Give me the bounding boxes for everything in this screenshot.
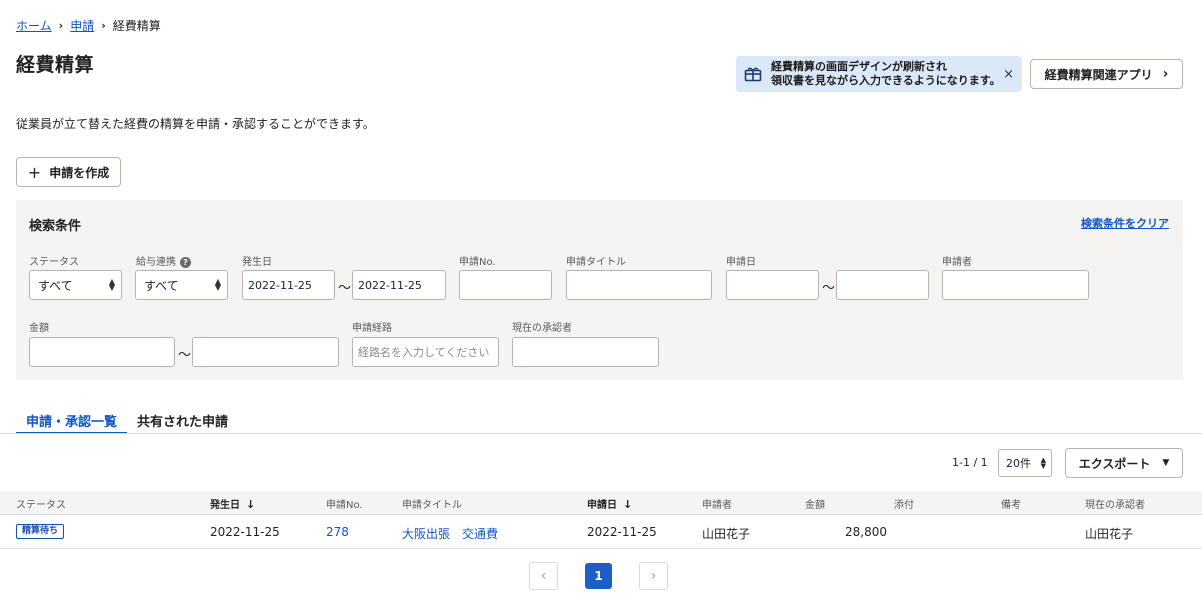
payroll-label: 給与連携? xyxy=(136,253,191,268)
app-date-to-input[interactable] xyxy=(836,270,929,300)
table-header: ステータス 発生日 ↓ 申請No. 申請タイトル 申請日 ↓ 申請者 金額 添付 備… xyxy=(0,491,1202,515)
select-arrows-icon: ▲ ▼ xyxy=(214,277,221,292)
cell-amount: 28,800 xyxy=(845,525,887,539)
next-page-button[interactable]: › xyxy=(639,562,668,590)
app-date-label: 申請日 xyxy=(726,257,756,268)
amount-label: 金額 xyxy=(29,323,49,334)
app-title-input[interactable] xyxy=(566,270,712,300)
app-no-label: 申請No. xyxy=(459,257,496,268)
per-page-select[interactable]: 20件 ▲ ▼ xyxy=(998,449,1052,477)
route-placeholder: 経路名を入力してください xyxy=(358,346,490,359)
app-date-from-input[interactable] xyxy=(726,270,819,300)
applicant-label: 申請者 xyxy=(942,257,972,268)
cell-app-title-link[interactable]: 大阪出張 交通費 xyxy=(402,525,498,542)
list-tabs: 申請・承認一覧 共有された申請 xyxy=(16,404,238,434)
approver-label: 現在の承認者 xyxy=(512,323,572,334)
range-tilde: ～ xyxy=(178,348,192,363)
sort-down-icon: ↓ xyxy=(623,498,633,511)
design-notice: 経費精算の画面デザインが刷新され 領収書を見ながら入力できるようになります。 × xyxy=(736,56,1022,92)
page-description: 従業員が立て替えた経費の精算を申請・承認することができます。 xyxy=(16,117,375,131)
clear-search-link[interactable]: 検索条件をクリア xyxy=(1081,215,1169,231)
search-panel: 検索条件 検索条件をクリア ステータス 給与連携? 発生日 申請No. 申請タイ… xyxy=(16,200,1183,380)
col-app-title: 申請タイトル xyxy=(402,500,462,511)
caret-down-icon: ▼ xyxy=(1162,458,1170,468)
notice-line-1: 経費精算の画面デザインが刷新され xyxy=(771,60,947,73)
range-tilde: ～ xyxy=(822,281,836,296)
page-1-button[interactable]: 1 xyxy=(585,563,612,589)
sort-down-icon: ↓ xyxy=(246,498,256,511)
route-label: 申請経路 xyxy=(352,323,392,334)
cell-approver: 山田花子 xyxy=(1085,527,1134,541)
col-attachment: 添付 xyxy=(894,500,914,511)
col-app-date[interactable]: 申請日 ↓ xyxy=(587,496,632,511)
select-arrows-icon: ▲ ▼ xyxy=(108,277,115,292)
create-application-button[interactable]: + 申請を作成 xyxy=(16,157,121,187)
amount-from-input[interactable] xyxy=(29,337,175,367)
tab-divider xyxy=(0,433,1202,434)
breadcrumb-apply-link[interactable]: 申請 xyxy=(70,17,94,34)
cell-applicant: 山田花子 xyxy=(702,527,751,541)
col-note: 備考 xyxy=(1001,500,1021,511)
help-icon[interactable]: ? xyxy=(180,256,191,268)
close-icon[interactable]: × xyxy=(1003,67,1014,82)
result-count: 1-1 / 1 xyxy=(952,456,988,469)
table-row[interactable]: 精算待ち 2022-11-25 278 大阪出張 交通費 2022-11-25 … xyxy=(0,516,1202,549)
export-button[interactable]: エクスポート ▼ xyxy=(1065,448,1183,478)
app-title-label: 申請タイトル xyxy=(566,257,626,268)
status-label: ステータス xyxy=(29,257,79,268)
amount-to-input[interactable] xyxy=(192,337,339,367)
col-approver: 現在の承認者 xyxy=(1085,500,1145,511)
tab-shared[interactable]: 共有された申請 xyxy=(127,404,238,434)
status-select[interactable]: すべて ▲ ▼ xyxy=(29,270,122,300)
col-amount: 金額 xyxy=(805,500,825,511)
col-occurrence-date[interactable]: 発生日 ↓ xyxy=(210,496,255,511)
breadcrumb-current: 経費精算 xyxy=(112,19,161,33)
occurrence-label: 発生日 xyxy=(242,257,272,268)
select-arrows-icon: ▲ ▼ xyxy=(1040,456,1046,470)
status-badge: 精算待ち xyxy=(16,524,65,539)
cell-app-no-link[interactable]: 278 xyxy=(326,525,349,539)
plus-icon: + xyxy=(27,162,42,182)
page-title: 経費精算 xyxy=(16,54,95,76)
col-applicant: 申請者 xyxy=(702,500,732,511)
chevron-right-icon: › xyxy=(1162,66,1169,82)
chevron-right-icon: › xyxy=(58,19,64,32)
tab-applications[interactable]: 申請・承認一覧 xyxy=(16,404,128,434)
cell-app-date: 2022-11-25 xyxy=(587,525,657,539)
search-title: 検索条件 xyxy=(29,219,82,234)
cell-occurrence-date: 2022-11-25 xyxy=(210,525,280,539)
breadcrumb: ホーム › 申請 › 経費精算 xyxy=(16,17,161,34)
range-tilde: ～ xyxy=(338,281,352,296)
breadcrumb-home-link[interactable]: ホーム xyxy=(16,17,52,34)
payroll-select[interactable]: すべて ▲ ▼ xyxy=(135,270,228,300)
related-apps-label: 経費精算関連アプリ xyxy=(1044,67,1153,82)
prev-page-button[interactable]: ‹ xyxy=(529,562,558,590)
col-status: ステータス xyxy=(16,500,66,511)
app-no-input[interactable] xyxy=(459,270,552,300)
applicant-input[interactable] xyxy=(942,270,1089,300)
col-app-no: 申請No. xyxy=(326,500,363,511)
approver-input[interactable] xyxy=(512,337,659,367)
related-apps-button[interactable]: 経費精算関連アプリ › xyxy=(1030,59,1183,89)
create-application-label: 申請を作成 xyxy=(49,165,110,180)
occurrence-from-input[interactable]: 2022-11-25 xyxy=(242,270,335,300)
notice-line-2: 領収書を見ながら入力できるようになります。 xyxy=(771,74,1000,87)
occurrence-to-input[interactable]: 2022-11-25 xyxy=(352,270,446,300)
gift-icon xyxy=(744,66,762,82)
route-input[interactable]: 経路名を入力してください xyxy=(352,337,499,367)
chevron-right-icon: › xyxy=(101,19,106,32)
